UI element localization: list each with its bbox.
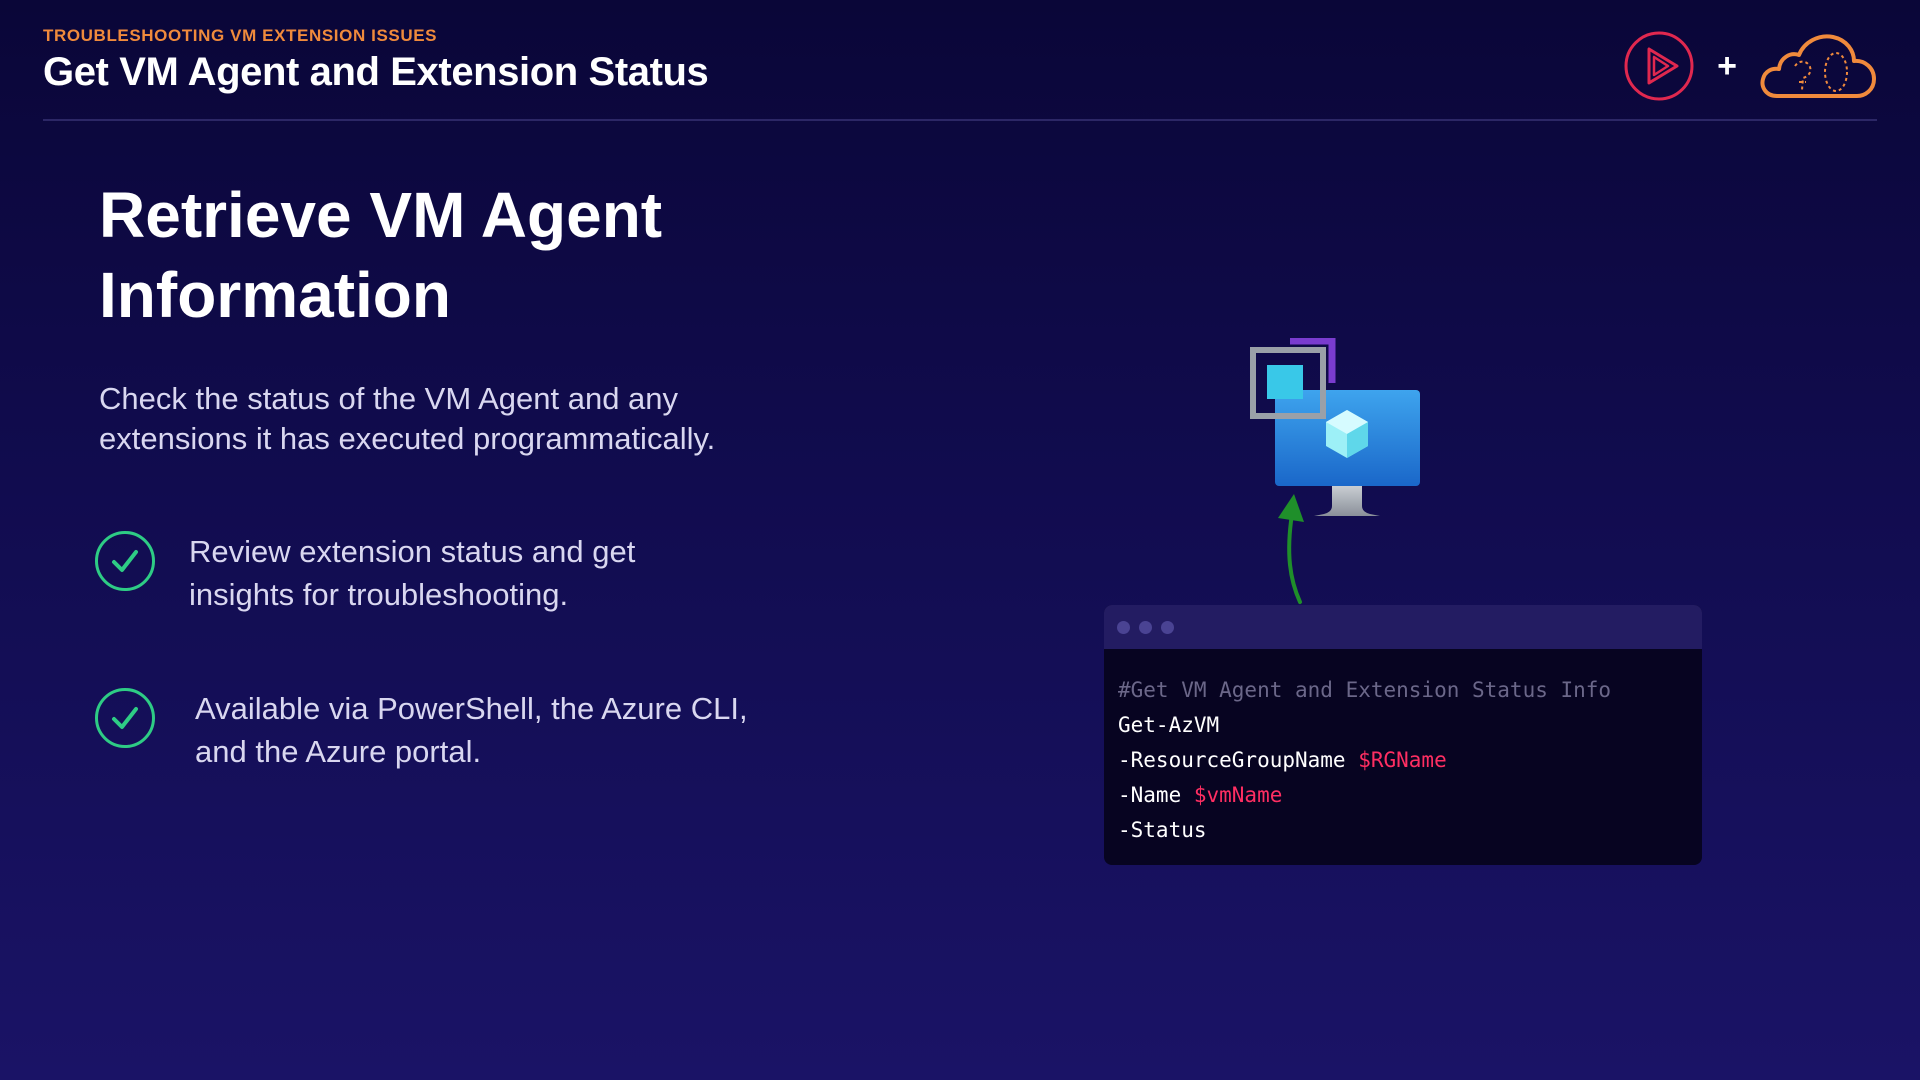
section-eyebrow: TROUBLESHOOTING VM EXTENSION ISSUES (43, 26, 438, 45)
code-line: -ResourceGroupName $RGName (1118, 743, 1688, 778)
bullet-text: Available via PowerShell, the Azure CLI,… (195, 691, 748, 769)
lead-paragraph: Check the status of the VM Agent and any… (99, 381, 716, 456)
brand-logos: + (1623, 30, 1877, 102)
arrow-up-icon (1278, 494, 1304, 604)
code-variable: $vmName (1193, 783, 1283, 807)
content-left: Retrieve VM Agent Information Check the … (99, 175, 819, 459)
plus-sign: + (1717, 47, 1737, 85)
play-triangle-icon (1624, 31, 1694, 101)
header-divider (43, 119, 1877, 121)
code-comment: #Get VM Agent and Extension Status Info (1118, 678, 1612, 702)
headline-line-1: Retrieve VM Agent (99, 179, 663, 251)
check-circle-icon (95, 688, 155, 748)
code-block: #Get VM Agent and Extension Status Info G… (1104, 649, 1702, 848)
code-variable: $RGName (1358, 748, 1447, 772)
cloud-logo-icon (1760, 34, 1876, 98)
headline-line-2: Information (99, 259, 451, 331)
headline: Retrieve VM Agent Information (99, 175, 819, 335)
code-terminal: #Get VM Agent and Extension Status Info G… (1104, 605, 1702, 865)
check-circle-icon (95, 531, 155, 591)
bullet-text: Review extension status and get insights… (189, 534, 636, 612)
window-dot (1139, 620, 1152, 634)
slide-title: Get VM Agent and Extension Status (43, 50, 709, 94)
window-dot (1117, 620, 1130, 634)
code-param: -Name (1118, 783, 1194, 807)
code-line: -Status (1118, 818, 1207, 842)
slide-header: TROUBLESHOOTING VM EXTENSION ISSUES Get … (43, 26, 1877, 96)
code-line: -Name $vmName (1118, 778, 1688, 813)
terminal-titlebar (1104, 605, 1702, 649)
window-dot (1161, 620, 1174, 634)
code-line: Get-AzVM (1118, 713, 1220, 737)
code-param: -ResourceGroupName (1118, 748, 1359, 772)
